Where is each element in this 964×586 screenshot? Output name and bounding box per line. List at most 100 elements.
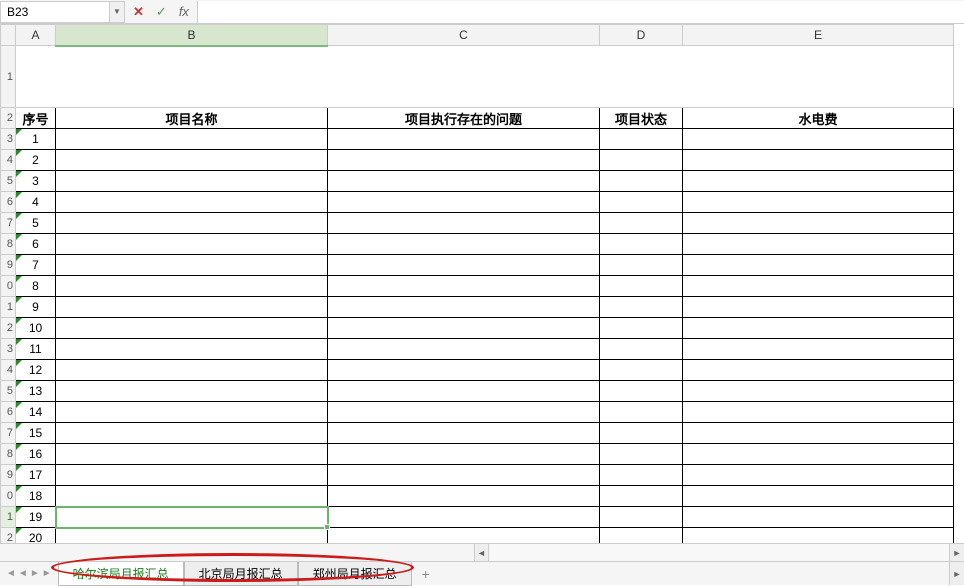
cell[interactable] — [683, 486, 954, 507]
row-header[interactable]: 2 — [1, 108, 16, 129]
sheet-tab[interactable]: 郑州局月报汇总 — [298, 562, 412, 586]
cell[interactable] — [328, 150, 600, 171]
hscroll-track[interactable] — [489, 544, 949, 561]
row-header[interactable]: 0 — [1, 276, 16, 297]
cell[interactable] — [56, 444, 328, 465]
seq-cell[interactable]: 16 — [16, 444, 56, 465]
seq-cell[interactable]: 13 — [16, 381, 56, 402]
col-header-C[interactable]: C — [328, 25, 600, 46]
cell[interactable] — [600, 150, 683, 171]
cell[interactable] — [683, 171, 954, 192]
cell[interactable] — [600, 129, 683, 150]
cell[interactable] — [328, 465, 600, 486]
cell[interactable] — [56, 171, 328, 192]
cell[interactable] — [600, 360, 683, 381]
seq-cell[interactable]: 6 — [16, 234, 56, 255]
cell[interactable] — [600, 234, 683, 255]
sheet-last-icon[interactable]: ► — [42, 568, 52, 579]
fx-icon[interactable]: fx — [179, 4, 189, 19]
cell[interactable] — [56, 255, 328, 276]
cell[interactable] — [600, 276, 683, 297]
seq-cell[interactable]: 1 — [16, 129, 56, 150]
row-header[interactable]: 8 — [1, 444, 16, 465]
row-header[interactable]: 7 — [1, 423, 16, 444]
cell[interactable] — [600, 444, 683, 465]
formula-input[interactable] — [197, 1, 964, 23]
hscroll-left-icon[interactable]: ◄ — [474, 544, 489, 561]
row-header[interactable]: 2 — [1, 528, 16, 544]
cell[interactable] — [328, 213, 600, 234]
row-header[interactable]: 6 — [1, 192, 16, 213]
cell[interactable] — [683, 402, 954, 423]
cell[interactable] — [56, 402, 328, 423]
seq-cell[interactable]: 7 — [16, 255, 56, 276]
col-header-D[interactable]: D — [600, 25, 683, 46]
header-proj-status[interactable]: 项目状态 — [600, 108, 683, 129]
row-header[interactable]: 3 — [1, 129, 16, 150]
cell[interactable] — [56, 213, 328, 234]
seq-cell[interactable]: 20 — [16, 528, 56, 544]
seq-cell[interactable]: 19 — [16, 507, 56, 528]
cell[interactable] — [600, 423, 683, 444]
cell[interactable] — [683, 339, 954, 360]
cell[interactable] — [683, 192, 954, 213]
cell[interactable] — [328, 528, 600, 544]
cell[interactable] — [328, 423, 600, 444]
cell[interactable] — [56, 360, 328, 381]
cell[interactable] — [600, 339, 683, 360]
cell[interactable] — [600, 402, 683, 423]
row-header[interactable]: 7 — [1, 213, 16, 234]
cell[interactable] — [328, 234, 600, 255]
cell[interactable] — [328, 318, 600, 339]
cell[interactable] — [683, 528, 954, 544]
cell[interactable] — [56, 150, 328, 171]
cell[interactable] — [600, 318, 683, 339]
sheet-prev-icon[interactable]: ◄ — [18, 568, 28, 579]
cell[interactable] — [600, 171, 683, 192]
header-utilities[interactable]: 水电费 — [683, 108, 954, 129]
cell[interactable] — [328, 276, 600, 297]
sheet-next-icon[interactable]: ► — [30, 568, 40, 579]
fill-handle[interactable] — [324, 524, 330, 530]
seq-cell[interactable]: 17 — [16, 465, 56, 486]
cell[interactable] — [328, 255, 600, 276]
cell[interactable] — [328, 339, 600, 360]
cell[interactable] — [683, 318, 954, 339]
seq-cell[interactable]: 8 — [16, 276, 56, 297]
cell[interactable] — [683, 381, 954, 402]
cell[interactable] — [683, 444, 954, 465]
cell[interactable] — [683, 276, 954, 297]
seq-cell[interactable]: 18 — [16, 486, 56, 507]
cell[interactable] — [56, 507, 328, 528]
cell[interactable] — [56, 276, 328, 297]
cell[interactable] — [600, 465, 683, 486]
cell[interactable] — [56, 234, 328, 255]
cell[interactable] — [56, 339, 328, 360]
cell[interactable] — [328, 507, 600, 528]
col-header-E[interactable]: E — [683, 25, 954, 46]
cell[interactable] — [56, 423, 328, 444]
cell[interactable] — [683, 129, 954, 150]
seq-cell[interactable]: 4 — [16, 192, 56, 213]
seq-cell[interactable]: 2 — [16, 150, 56, 171]
cell[interactable] — [56, 318, 328, 339]
spreadsheet-grid[interactable]: A B C D E 1 2 序号 项目名称 项目执行存在的问题 项目状态 水电费… — [0, 24, 954, 543]
cell[interactable] — [600, 192, 683, 213]
row-header[interactable]: 9 — [1, 465, 16, 486]
cell[interactable] — [328, 297, 600, 318]
row-header[interactable]: 6 — [1, 402, 16, 423]
cancel-icon[interactable]: ✕ — [133, 4, 144, 20]
cell[interactable] — [56, 486, 328, 507]
cell[interactable] — [328, 402, 600, 423]
row-header[interactable]: 1 — [1, 46, 16, 108]
row-header[interactable]: 5 — [1, 171, 16, 192]
cell[interactable] — [683, 360, 954, 381]
cell[interactable] — [328, 444, 600, 465]
row-header[interactable]: 9 — [1, 255, 16, 276]
row-header[interactable]: 1 — [1, 297, 16, 318]
cell[interactable] — [683, 423, 954, 444]
row-header[interactable]: 4 — [1, 360, 16, 381]
hscroll-right-icon[interactable]: ► — [949, 544, 964, 561]
cell[interactable] — [56, 192, 328, 213]
cell[interactable] — [683, 234, 954, 255]
